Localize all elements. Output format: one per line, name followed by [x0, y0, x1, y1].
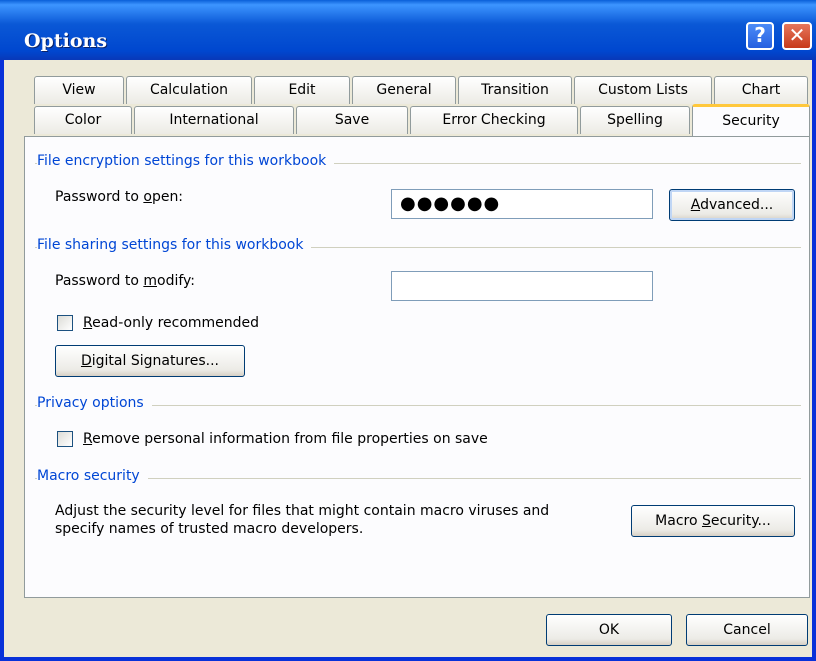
tab-general[interactable]: General	[352, 76, 456, 104]
read-only-checkbox[interactable]	[57, 315, 73, 331]
encryption-section-title: File encryption settings for this workbo…	[37, 153, 335, 169]
title-bar[interactable]: Options ? ✕	[0, 0, 816, 60]
close-icon: ✕	[788, 23, 806, 47]
privacy-section-title: Privacy options	[37, 395, 152, 411]
tab-custom-lists[interactable]: Custom Lists	[574, 76, 712, 104]
sharing-section-title: File sharing settings for this workbook	[37, 237, 312, 253]
tab-international[interactable]: International	[134, 106, 294, 134]
help-icon: ?	[754, 23, 766, 47]
ok-button[interactable]: OK	[546, 614, 672, 646]
macro-description-line1: Adjust the security level for files that…	[55, 503, 550, 519]
macro-description-line2: specify names of trusted macro developer…	[55, 521, 364, 537]
password-open-label: Password to open:	[55, 189, 184, 205]
advanced-button[interactable]: Advanced...	[669, 189, 795, 221]
tab-transition[interactable]: Transition	[458, 76, 572, 104]
options-dialog: Options ? ✕ View Calculation Edit Genera…	[0, 0, 816, 661]
tab-edit[interactable]: Edit	[254, 76, 350, 104]
macro-security-button[interactable]: Macro Security...	[631, 505, 795, 537]
section-divider	[35, 478, 801, 479]
security-panel: File encryption settings for this workbo…	[24, 136, 810, 598]
tab-security[interactable]: Security	[692, 104, 810, 136]
remove-personal-info-label[interactable]: Remove personal information from file pr…	[83, 431, 488, 447]
dialog-title: Options	[24, 30, 108, 52]
cancel-button[interactable]: Cancel	[686, 614, 808, 646]
remove-personal-info-checkbox[interactable]	[57, 431, 73, 447]
password-modify-label: Password to modify:	[55, 273, 196, 289]
tab-color[interactable]: Color	[34, 106, 132, 134]
close-button[interactable]: ✕	[782, 22, 812, 50]
password-modify-input[interactable]	[391, 271, 653, 301]
tab-calculation[interactable]: Calculation	[126, 76, 252, 104]
password-mask: ●●●●●●	[400, 193, 501, 214]
tab-chart[interactable]: Chart	[714, 76, 808, 104]
tab-error-checking[interactable]: Error Checking	[410, 106, 578, 134]
macro-section-title: Macro security	[37, 468, 148, 484]
tab-spelling[interactable]: Spelling	[580, 106, 690, 134]
tab-save[interactable]: Save	[296, 106, 408, 134]
read-only-label[interactable]: Read-only recommended	[83, 315, 259, 331]
digital-signatures-button[interactable]: Digital Signatures...	[55, 345, 245, 377]
help-button[interactable]: ?	[746, 22, 774, 50]
password-open-input[interactable]: ●●●●●●	[391, 189, 653, 219]
tab-view[interactable]: View	[34, 76, 124, 104]
